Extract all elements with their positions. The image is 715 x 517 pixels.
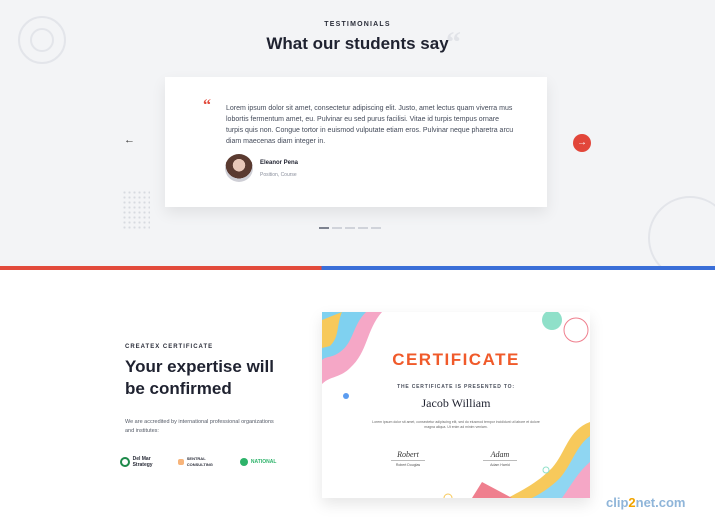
logo-sentral: SENTRAL CONSULTING	[177, 456, 221, 468]
testimonial-quote: Lorem ipsum dolor sit amet, consectetur …	[226, 105, 514, 145]
signature-name: Adam Harrid	[490, 463, 510, 467]
signature-script: Robert	[397, 450, 419, 459]
signature-script: Adam	[490, 450, 510, 459]
cert-description: We are accredited by international profe…	[125, 419, 274, 434]
certificate-recipient: Jacob William	[421, 396, 491, 410]
watermark: clip2net.com	[606, 495, 685, 510]
prev-arrow-icon[interactable]: ←	[124, 134, 135, 146]
del-mar-logo-icon	[119, 457, 130, 467]
carousel-dot[interactable]	[371, 227, 381, 229]
watermark-prefix: clip	[606, 495, 629, 510]
certificate-presented: THE CERTIFICATE IS PRESENTED TO:	[397, 384, 515, 390]
watermark-suffix: net.com	[635, 495, 686, 510]
carousel-dot[interactable]	[332, 227, 342, 229]
avatar	[225, 154, 253, 182]
cert-title: Your expertise will be confirmed	[125, 357, 274, 398]
accreditation-logos: Del Mar Strategy SENTRAL CONSULTING NATI…	[110, 446, 286, 478]
signature-left: Robert Robert Douglas	[378, 450, 438, 467]
next-arrow-icon[interactable]: →	[573, 134, 591, 152]
carousel-dots	[319, 227, 381, 229]
logo-label: Del Mar Strategy	[132, 456, 153, 468]
cert-eyebrow: CREATEX CERTIFICATE	[125, 344, 214, 350]
person-name: Eleanor Pena	[260, 160, 299, 166]
certificate-heading: CERTIFICATE	[392, 350, 520, 369]
logo-del-mar: Del Mar Strategy	[119, 456, 159, 468]
logo-label: SENTRAL CONSULTING	[186, 456, 213, 467]
sentral-logo-icon	[177, 459, 184, 465]
carousel-dot[interactable]	[319, 227, 329, 229]
logo-label: NATIONAL	[250, 459, 277, 465]
large-quote-icon: “	[446, 26, 461, 59]
watermark-mid: 2	[628, 495, 636, 510]
section-eyebrow: TESTIMONIALS	[324, 21, 391, 28]
carousel-dot[interactable]	[345, 227, 355, 229]
decor-rings-icon	[648, 196, 715, 270]
signature-line	[391, 460, 425, 461]
signature-right: Adam Adam Harrid	[470, 450, 530, 467]
person-role: Position, Course	[260, 172, 297, 178]
signature-name: Robert Douglas	[395, 463, 421, 467]
certificate-image: CERTIFICATE THE CERTIFICATE IS PRESENTED…	[322, 312, 590, 498]
certificate-body: Lorem ipsum dolor sit amet, consectetur …	[372, 420, 540, 429]
dot-pattern	[122, 190, 150, 230]
carousel-dot[interactable]	[358, 227, 368, 229]
logo-national: NATIONAL	[239, 458, 277, 466]
quote-icon: “	[203, 97, 211, 114]
testimonials-section: TESTIMONIALS What our students say “ ← “…	[0, 0, 715, 270]
national-logo-icon	[239, 458, 248, 466]
section-title: What our students say	[266, 34, 449, 53]
signature-line	[483, 460, 517, 461]
testimonial-card: “ Lorem ipsum dolor sit amet, consectetu…	[165, 77, 547, 207]
section-divider	[0, 266, 715, 270]
